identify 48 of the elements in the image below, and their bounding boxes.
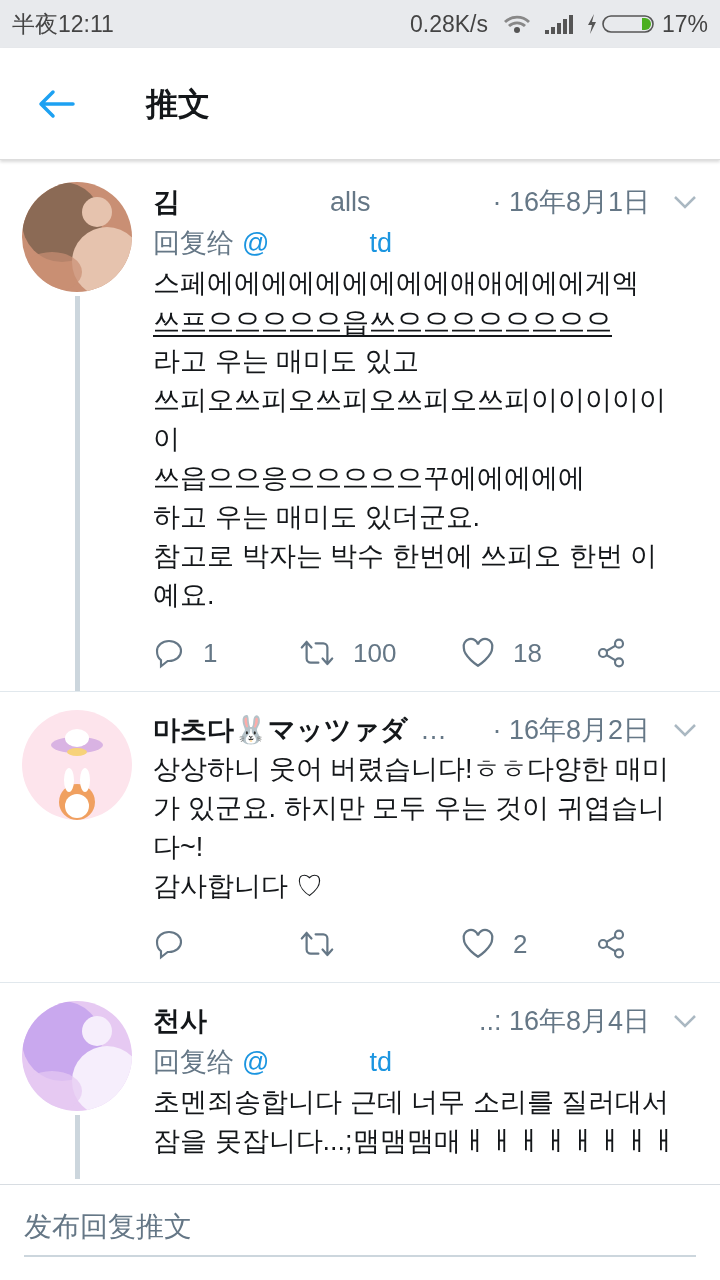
tweet-text-line: 예요. bbox=[153, 579, 216, 612]
tweet-time: · 16年8月1日 bbox=[492, 185, 650, 219]
tweet-text-line: 하고 우는 매미도 있더군요. bbox=[153, 501, 481, 534]
tweet-text-line: 다~! bbox=[153, 831, 205, 864]
reply-icon[interactable] bbox=[153, 928, 185, 960]
reply-icon[interactable] bbox=[153, 637, 185, 669]
tweet-text-line: 라고 우는 매미도 있고 bbox=[153, 345, 420, 378]
tweet-text-line: 쓰프으으으으으읍쓰으으으으으으으으 bbox=[153, 306, 613, 339]
reply-to-handle[interactable]: @ bbox=[242, 1041, 270, 1083]
heart-icon[interactable] bbox=[461, 637, 495, 669]
status-time: 半夜12:11 bbox=[12, 9, 114, 39]
reply-to-handle[interactable]: @ bbox=[242, 222, 270, 264]
tweet-time: ..: 16年8月4日 bbox=[478, 1004, 650, 1038]
back-button[interactable] bbox=[38, 88, 76, 119]
tweet-text-line: 초멘죄송합니다 근데 너무 소리를 질러대서 bbox=[153, 1086, 670, 1119]
tweet-text-line: 잠을 못잡니다...;맴맴맴매ㅐㅐㅐㅐㅐㅐㅐㅐ bbox=[153, 1125, 678, 1158]
ellipsis: … bbox=[420, 713, 447, 747]
network-speed: 0.28K/s bbox=[409, 9, 488, 39]
signal-icon bbox=[543, 13, 576, 35]
action-count: 1 bbox=[203, 636, 218, 670]
battery-percent: 17% bbox=[661, 9, 708, 39]
tweet-text-line: 참고로 박자는 박수 한번에 쓰피오 한번 이 bbox=[153, 540, 658, 573]
author-handle: alls bbox=[330, 185, 371, 219]
reply-to-handle[interactable]: td bbox=[369, 222, 392, 264]
tweet-text-line: 상상하니 웃어 버렸습니다!ㅎㅎ다양한 매미 bbox=[153, 753, 670, 786]
action-count: 18 bbox=[513, 636, 542, 670]
author-name[interactable]: 천사 bbox=[153, 1000, 207, 1042]
page-title: 推文 bbox=[146, 84, 210, 124]
reply-to-label: 回复给 bbox=[153, 1045, 234, 1079]
tweet-text-line: 이 bbox=[153, 423, 181, 456]
action-count: 100 bbox=[353, 636, 397, 670]
author-name[interactable]: 김 bbox=[153, 181, 180, 223]
tweet-text-line: 감사합니다 ♡ bbox=[153, 870, 324, 903]
reply-input[interactable]: 发布回复推文 bbox=[24, 1199, 696, 1257]
tweet-text-line: 가 있군요. 하지만 모두 우는 것이 귀엽습니 bbox=[153, 792, 666, 825]
heart-icon[interactable] bbox=[461, 928, 495, 960]
tweet-text-line: 쓰읍으으응으으으으으꾸에에에에에 bbox=[153, 462, 586, 495]
share-icon[interactable] bbox=[595, 928, 627, 960]
reply-to-label: 回复给 bbox=[153, 226, 234, 260]
battery-icon bbox=[601, 13, 656, 35]
tweet-text-line: 스페에에에에에에에에에애애에에에게엑 bbox=[153, 267, 640, 300]
author-name[interactable]: 마츠다🐰マッツァダ bbox=[153, 709, 408, 751]
tweet-time: · 16年8月2日 bbox=[492, 713, 650, 747]
charging-icon bbox=[585, 13, 598, 35]
reply-to-handle[interactable]: td bbox=[369, 1041, 392, 1083]
action-count: 2 bbox=[513, 927, 528, 961]
tweet-text-line: 쓰피오쓰피오쓰피오쓰피오쓰피이이이이이 bbox=[153, 384, 667, 417]
share-icon[interactable] bbox=[595, 637, 627, 669]
